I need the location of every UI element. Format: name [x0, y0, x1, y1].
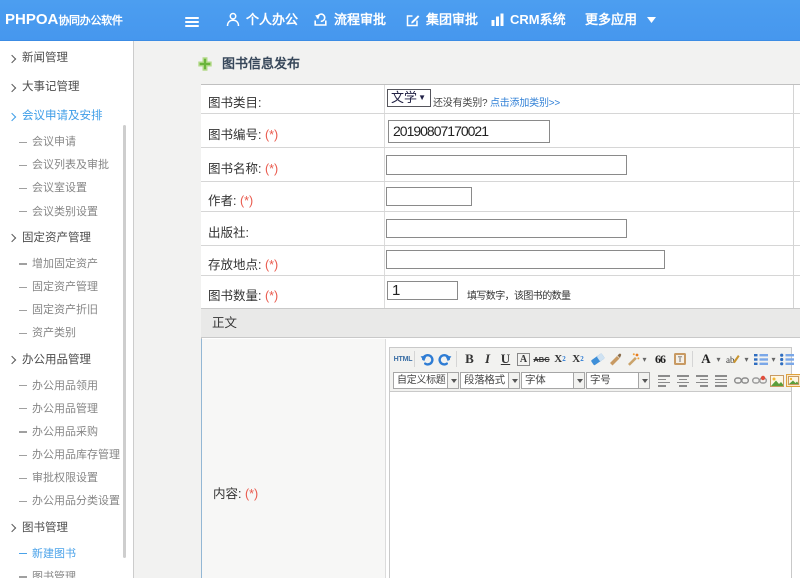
svg-text:T: T [677, 356, 682, 364]
svg-text:ab: ab [726, 355, 735, 365]
